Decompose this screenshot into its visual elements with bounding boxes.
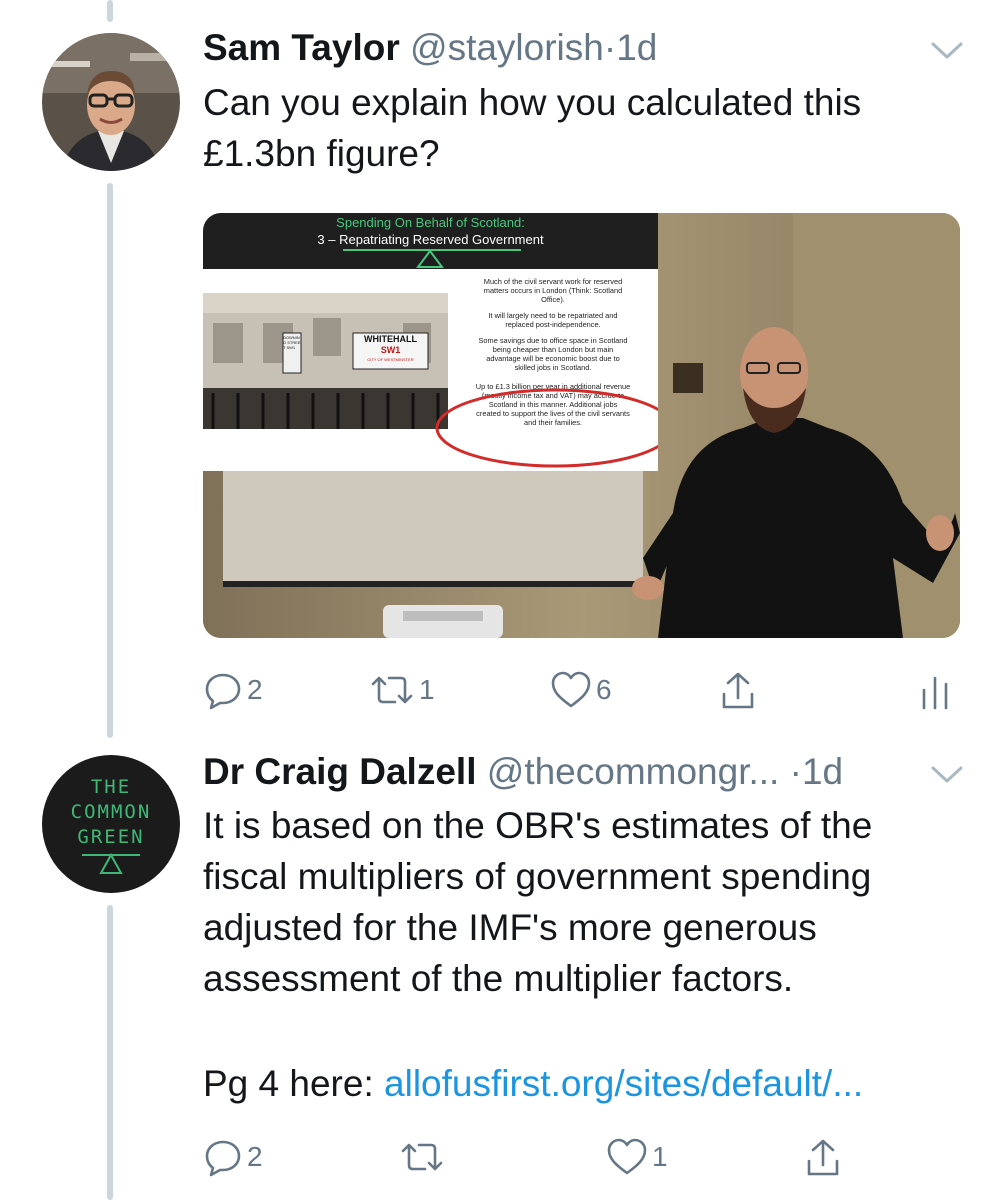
tweet-link-line: Pg 4 here: allofusfirst.org/sites/defaul… <box>203 1058 863 1109</box>
speaker-figure <box>632 327 960 638</box>
tweet-text-line: fiscal multipliers of government spendin… <box>203 856 872 897</box>
tweet-text-line: It is based on the OBR's estimates of th… <box>203 805 873 846</box>
thread-line-bottom <box>107 905 113 1200</box>
separator-dot: · <box>603 27 617 68</box>
author-handle[interactable]: @thecommongr... <box>487 751 780 792</box>
share-icon <box>722 672 754 709</box>
like-button[interactable]: 1 <box>606 1137 668 1177</box>
retweet-icon <box>371 676 413 704</box>
tweet-text: It is based on the OBR's estimates of th… <box>203 800 872 1004</box>
tweet-text-line: assessment of the multiplier factors. <box>203 958 794 999</box>
like-count: 1 <box>652 1141 668 1172</box>
heart-icon <box>551 671 591 708</box>
retweet-icon <box>401 1143 443 1171</box>
link-prefix: Pg 4 here: <box>203 1063 385 1104</box>
author-name[interactable]: Dr Craig Dalzell <box>203 751 476 792</box>
reply-icon <box>205 1140 241 1177</box>
avatar-photo <box>42 33 180 171</box>
tweet-media-photo[interactable]: Spending On Behalf of Scotland: 3 – Repa… <box>203 213 960 638</box>
share-button[interactable] <box>718 670 758 712</box>
avatar[interactable]: THE COMMON GREEN <box>42 755 180 893</box>
reply-button[interactable]: 2 <box>203 670 263 710</box>
tweet-actions: 2 1 6 <box>203 670 960 714</box>
url-link[interactable]: allofusfirst.org/sites/default/... <box>384 1063 863 1104</box>
tweet-text: Can you explain how you calculated this … <box>203 77 861 179</box>
reply-button[interactable]: 2 <box>203 1137 263 1177</box>
share-button[interactable] <box>803 1137 843 1179</box>
timestamp[interactable]: 1d <box>616 27 657 68</box>
separator-dot: · <box>789 751 802 792</box>
retweet-count: 1 <box>419 674 435 705</box>
tweet-text-line: £1.3bn figure? <box>203 133 440 174</box>
analytics-icon <box>922 676 948 710</box>
thread-line-top <box>107 0 113 22</box>
retweet-button[interactable]: 1 <box>369 670 435 710</box>
like-button[interactable]: 6 <box>550 670 612 710</box>
tweet-text-line: adjusted for the IMF's more generous <box>203 907 817 948</box>
author-name[interactable]: Sam Taylor <box>203 27 400 68</box>
timestamp[interactable]: 1d <box>802 751 843 792</box>
tweet-header: Dr Craig Dalzell @thecommongr... ·1d <box>203 750 843 794</box>
reply-count: 2 <box>247 674 263 705</box>
avatar[interactable] <box>42 33 180 171</box>
retweet-button[interactable] <box>399 1137 449 1177</box>
like-count: 6 <box>596 674 612 705</box>
chevron-down-icon[interactable] <box>930 764 964 791</box>
triangle-logo-icon <box>82 852 140 874</box>
thread-line-middle <box>107 183 113 738</box>
tweet-text-line: Can you explain how you calculated this <box>203 82 862 123</box>
share-icon <box>807 1139 839 1176</box>
reply-count: 2 <box>247 1141 263 1172</box>
tweet-actions: 2 1 <box>203 1137 960 1181</box>
heart-icon <box>607 1138 647 1175</box>
author-handle[interactable]: @staylorish <box>410 27 604 68</box>
tweet-header: Sam Taylor @staylorish·1d <box>203 26 657 70</box>
analytics-button[interactable] <box>918 670 952 712</box>
reply-icon <box>205 673 241 710</box>
chevron-down-icon[interactable] <box>930 40 964 67</box>
